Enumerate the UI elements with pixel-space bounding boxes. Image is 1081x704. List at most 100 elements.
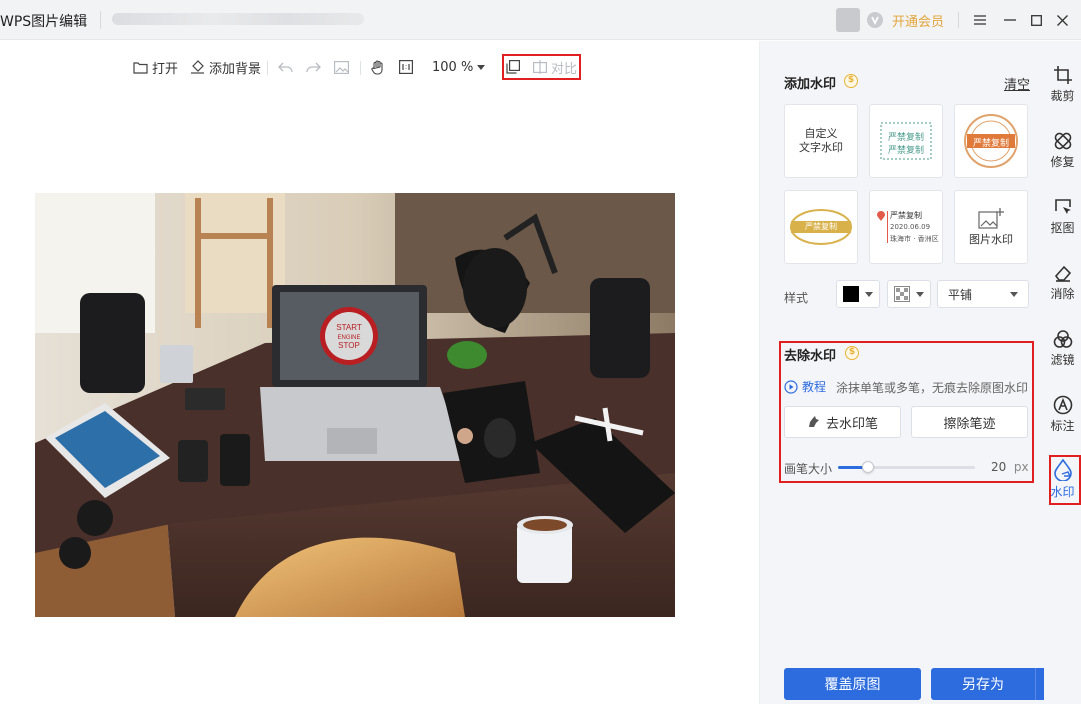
image-button[interactable]: [334, 57, 349, 77]
overwrite-original-button[interactable]: 覆盖原图: [784, 668, 921, 700]
redo-icon: [306, 62, 321, 72]
edited-photo[interactable]: START ENGINE STOP: [35, 193, 675, 617]
transparency-icon: [894, 286, 910, 302]
style-label: 样式: [784, 291, 809, 305]
tool-annotate[interactable]: 标注: [1044, 391, 1081, 447]
location-stamp-text: 严禁复制: [890, 211, 922, 220]
layout-select-value: 平铺: [948, 287, 973, 302]
one-to-one-icon: [399, 60, 413, 74]
annotate-icon: [1053, 395, 1072, 415]
repair-icon: [1054, 132, 1071, 150]
compare-button[interactable]: 对比: [533, 57, 577, 77]
minimize-icon[interactable]: [998, 8, 1022, 32]
round-seal-text: 严禁复制: [972, 139, 1009, 149]
brush-size-slider[interactable]: [838, 461, 975, 473]
close-icon[interactable]: [1050, 8, 1074, 32]
actual-size-button[interactable]: [399, 57, 413, 77]
compare-label: 对比: [551, 61, 578, 77]
watermark-panel: 添加水印 $ 清空 自定义 文字水印 严禁复制 严禁复制 严禁复制 严禁复制 严…: [759, 41, 1066, 704]
oval-seal-text: 严禁复制: [805, 222, 837, 231]
watermark-removal-brush-button[interactable]: 去水印笔: [784, 406, 901, 438]
custom-text-watermark-card[interactable]: 自定义 文字水印: [784, 104, 858, 178]
chevron-down-icon: [865, 291, 873, 297]
tutorial-link[interactable]: 教程: [784, 378, 826, 395]
cutout-icon: [1054, 199, 1071, 214]
toolbar-divider: [360, 61, 361, 75]
pan-button[interactable]: [371, 57, 385, 77]
folder-icon: [133, 61, 148, 74]
watermark-icon: [1053, 459, 1072, 481]
canvas-toolbar: 打开 添加背景 100 % 对比: [0, 54, 759, 80]
compare-icon: [533, 60, 547, 74]
eraser-icon: [1054, 265, 1071, 282]
desk-photo-image: START ENGINE STOP: [35, 193, 675, 617]
add-background-button[interactable]: 添加背景: [190, 57, 261, 77]
maximize-icon[interactable]: [1024, 8, 1048, 32]
save-as-label: 另存为: [962, 677, 1004, 693]
vip-icon[interactable]: [866, 11, 884, 29]
watermark-template-tiled[interactable]: 严禁复制 严禁复制: [869, 104, 943, 178]
open-button[interactable]: 打开: [133, 57, 178, 77]
location-stamp-place: 珠海市 · 香洲区: [890, 235, 939, 243]
canvas-area: 打开 添加背景 100 % 对比 START ENGINE STOP: [0, 41, 759, 704]
zoom-select[interactable]: 100 %: [432, 57, 486, 77]
tool-eraser[interactable]: 消除: [1044, 259, 1081, 315]
opacity-select[interactable]: [887, 280, 931, 308]
save-as-button[interactable]: 另存为: [931, 668, 1035, 700]
chevron-down-icon: [1010, 291, 1018, 297]
tool-eraser-label: 消除: [1050, 287, 1075, 301]
tool-filter[interactable]: 滤镜: [1044, 325, 1081, 381]
add-image-icon: [978, 207, 1004, 229]
title-divider-2: [958, 12, 959, 28]
title-divider: [100, 11, 101, 29]
zoom-value: 100 %: [432, 59, 474, 75]
brush-size-number: 20: [991, 460, 1007, 474]
tool-crop-label: 裁剪: [1050, 89, 1075, 103]
clear-link[interactable]: 清空: [1004, 74, 1030, 93]
undo-button[interactable]: [278, 57, 293, 77]
watermark-template-location[interactable]: 严禁复制 2020.06.09 珠海市 · 香洲区: [869, 190, 943, 264]
tutorial-label: 教程: [802, 380, 827, 394]
image-icon: [334, 60, 349, 74]
tool-repair[interactable]: 修复: [1044, 127, 1081, 183]
tool-repair-label: 修复: [1050, 155, 1075, 169]
open-label: 打开: [152, 61, 179, 77]
tool-crop[interactable]: 裁剪: [1044, 61, 1081, 117]
tool-cutout[interactable]: 抠图: [1044, 193, 1081, 249]
custom-text-watermark-label: 自定义 文字水印: [799, 127, 843, 154]
blurred-filename: [112, 13, 364, 25]
menu-icon[interactable]: [968, 8, 992, 32]
erase-strokes-button[interactable]: 擦除笔迹: [911, 406, 1028, 438]
brush-size-value: 20 px: [991, 460, 1029, 474]
tiled-stamp-text-2: 严禁复制: [887, 146, 924, 156]
overwrite-original-label: 覆盖原图: [824, 677, 881, 693]
color-swatch: [843, 286, 859, 302]
watermark-template-oval-seal[interactable]: 严禁复制: [784, 190, 858, 264]
tool-filter-label: 滤镜: [1050, 353, 1075, 367]
location-pin-icon: [877, 211, 885, 221]
app-title: WPS图片编辑: [0, 14, 88, 30]
color-select[interactable]: [836, 280, 880, 308]
remove-watermark-description: 涂抹单笔或多笔，无痕去除原图水印: [836, 381, 1029, 395]
tool-watermark-label: 水印: [1050, 485, 1075, 499]
filter-icon: [1053, 330, 1072, 348]
badge-stop: STOP: [338, 341, 360, 350]
play-circle-icon: [784, 379, 798, 394]
watermark-template-round-seal[interactable]: 严禁复制: [954, 104, 1028, 178]
duplicate-button[interactable]: [506, 57, 520, 77]
layout-select[interactable]: 平铺: [937, 280, 1029, 308]
tool-annotate-label: 标注: [1050, 419, 1075, 433]
crop-icon: [1053, 66, 1072, 84]
badge-start: START: [336, 323, 362, 332]
tool-cutout-label: 抠图: [1050, 221, 1075, 235]
redo-button[interactable]: [306, 57, 321, 77]
chevron-down-icon: [916, 291, 924, 297]
chevron-down-icon: [477, 64, 486, 70]
side-tool-bar: 裁剪 修复 抠图 消除 滤镜 标注 水印: [1044, 41, 1081, 704]
coin-icon: $: [845, 346, 859, 360]
image-watermark-card[interactable]: 图片水印: [954, 190, 1028, 264]
brush-size-slider-handle[interactable]: [862, 461, 874, 473]
tool-watermark[interactable]: 水印: [1044, 455, 1081, 511]
vip-link[interactable]: 开通会员: [892, 11, 944, 30]
user-avatar[interactable]: [836, 8, 860, 32]
